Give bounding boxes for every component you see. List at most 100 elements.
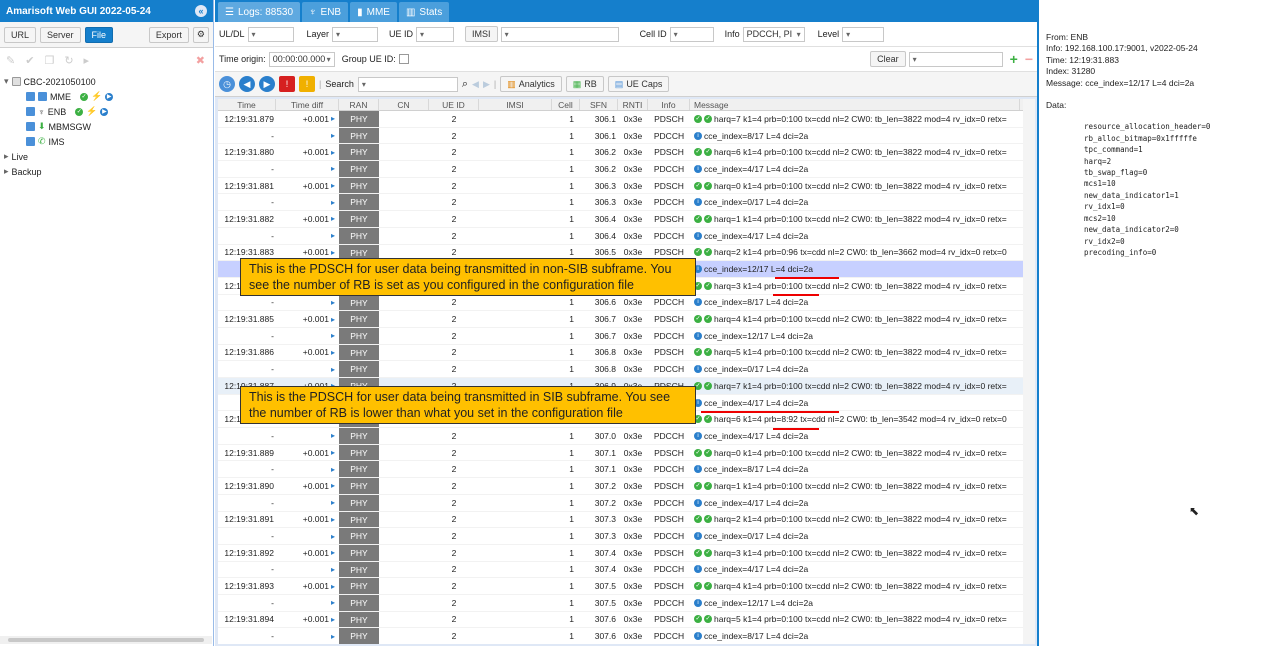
table-row[interactable]: 12:19:31.894 +0.001 ▸ PHY 2 1 307.6 0x3e PDSCH ✓ ✓… (218, 611, 1030, 629)
cell-time-diff: +0.001 (302, 480, 329, 491)
col-info[interactable]: Info (648, 99, 690, 110)
error-icon[interactable]: ! (279, 76, 295, 92)
imsi-select[interactable] (500, 26, 619, 42)
tab-enb[interactable]: ♆ ENB (302, 2, 349, 22)
table-row[interactable]: 12:19:31.880 +0.001 ▸ PHY 2 1 306.2 0x3e PDSCH ✓ ✓… (218, 144, 1030, 162)
time-origin-input[interactable]: 00:00:00.000 (268, 51, 335, 67)
ueid-select[interactable] (416, 26, 455, 42)
filter-select[interactable] (908, 51, 1003, 67)
search-input[interactable] (357, 76, 458, 92)
uldl-select[interactable] (247, 26, 294, 42)
tree-node-live[interactable]: ▸ Live (4, 149, 209, 164)
table-row[interactable]: 12:19:31.890 +0.001 ▸ PHY 2 1 307.2 0x3e PDSCH ✓ ✓… (218, 478, 1030, 495)
col-message[interactable]: Message (690, 99, 1020, 110)
tree-node-root[interactable]: ▾ CBC-2021050100 (4, 74, 209, 89)
info-select[interactable]: PDCCH, PI (742, 26, 805, 42)
table-row[interactable]: - ▸ PHY 2 1 306.7 0x3e PDCCH i cce_index=12/17 L=… (218, 327, 1030, 345)
delete-icon[interactable]: ✖ (196, 54, 205, 67)
table-row[interactable]: 12:19:31.893 +0.001 ▸ PHY 2 1 307.5 0x3e PDSCH ✓ ✓… (218, 578, 1030, 595)
table-row[interactable]: - ▸ PHY 2 1 307.5 0x3e PDCCH i cce_index=12/17 L=… (218, 594, 1030, 612)
col-sfn[interactable]: SFN (580, 99, 618, 110)
play-icon[interactable]: ▶ (100, 107, 109, 116)
table-row[interactable]: 12:19:31.892 +0.001 ▸ PHY 2 1 307.4 0x3e PDSCH ✓ ✓… (218, 544, 1030, 562)
cell-info: PDCCH (653, 564, 685, 575)
col-ran[interactable]: RAN (339, 99, 379, 110)
direction-arrow-icon: ▸ (331, 614, 336, 624)
table-row[interactable]: - ▸ PHY 2 1 307.0 0x3e PDCCH i cce_index=4/17 L=4… (218, 428, 1030, 445)
cell-info: PDSCH (654, 247, 684, 258)
expand-arrow-icon[interactable]: ▸ (4, 151, 9, 162)
rb-button[interactable]: ▦ RB (565, 76, 604, 92)
analytics-button[interactable]: ▥ Analytics (500, 76, 562, 92)
layer-select[interactable] (332, 26, 379, 42)
grid-vertical-scrollbar[interactable] (1023, 99, 1035, 644)
table-row[interactable]: 12:19:31.882 +0.001 ▸ PHY 2 1 306.4 0x3e PDSCH ✓ ✓… (218, 211, 1030, 228)
col-cell[interactable]: Cell (552, 99, 580, 110)
group-ue-checkbox[interactable] (398, 54, 409, 64)
refresh-icon[interactable]: ↻ (64, 54, 73, 67)
table-row[interactable]: - ▸ PHY 2 1 306.1 0x3e PDCCH i cce_index=8/17 L=4… (218, 127, 1030, 145)
play-icon[interactable]: ▸ (84, 54, 90, 67)
tab-mme[interactable]: ▮ MME (350, 2, 397, 22)
table-row[interactable]: 12:19:31.879 +0.001 ▸ PHY 2 1 306.1 0x3e PDSCH ✓ ✓… (218, 111, 1030, 128)
table-row[interactable]: - ▸ PHY 2 1 306.2 0x3e PDCCH i cce_index=4/17 L=4… (218, 161, 1030, 178)
table-row[interactable]: 12:19:31.881 +0.001 ▸ PHY 2 1 306.3 0x3e PDSCH ✓ ✓… (218, 177, 1030, 195)
table-row[interactable]: 12:19:31.891 +0.001 ▸ PHY 2 1 307.3 0x3e PDSCH ✓ ✓… (218, 511, 1030, 529)
ok-status-icon: ✓ (704, 415, 712, 424)
left-horizontal-scrollbar[interactable] (0, 636, 212, 644)
clock-icon[interactable]: ◷ (219, 76, 235, 92)
copy-icon[interactable]: ❐ (44, 54, 54, 67)
prev-icon[interactable]: ◀ (472, 79, 479, 90)
table-row[interactable]: - ▸ PHY 2 1 306.6 0x3e PDCCH i cce_index=8/17 L=4… (218, 294, 1030, 312)
next-icon[interactable]: ▶ (483, 79, 490, 90)
binoculars-icon[interactable]: ⌕ (462, 78, 468, 91)
level-select[interactable] (842, 26, 885, 42)
col-cn[interactable]: CN (379, 99, 429, 110)
col-time[interactable]: Time (218, 99, 276, 110)
clear-button[interactable]: Clear (870, 51, 906, 67)
tree-node-enb[interactable]: ♆ ENB ✓ ⚡ ▶ (4, 104, 209, 119)
table-row[interactable]: - ▸ PHY 2 1 307.3 0x3e PDCCH i cce_index=0/17 L=4… (218, 528, 1030, 545)
remove-icon[interactable]: − (1025, 51, 1033, 67)
edit-icon[interactable]: ✎ (6, 54, 15, 67)
col-time-diff[interactable]: Time diff (276, 99, 339, 110)
add-icon[interactable]: + (1010, 51, 1018, 67)
settings-icon[interactable]: ⚙ (192, 26, 209, 43)
forward-arrow-icon[interactable]: ▶ (259, 76, 275, 92)
tree-node-ims[interactable]: ✆ IMS (4, 134, 209, 149)
warning-icon[interactable]: ! (299, 76, 315, 92)
ue-caps-button[interactable]: ▤ UE Caps (607, 76, 670, 92)
cell-sfn: 306.8 (594, 347, 616, 358)
play-icon[interactable]: ▶ (105, 92, 114, 101)
imsi-button[interactable]: IMSI (465, 26, 498, 42)
tab-logs[interactable]: ☰ Logs: 88530 (218, 2, 301, 22)
table-row[interactable]: 12:19:31.889 +0.001 ▸ PHY 2 1 307.1 0x3e PDSCH ✓ ✓… (218, 444, 1030, 462)
table-row[interactable]: - ▸ PHY 2 1 307.6 0x3e PDCCH i cce_index=8/17 L=4… (218, 628, 1030, 644)
cellid-select[interactable] (669, 26, 714, 42)
table-row[interactable]: - ▸ PHY 2 1 307.2 0x3e PDCCH i cce_index=4/17 L=4… (218, 494, 1030, 512)
tree-node-mme[interactable]: MME ✓ ⚡ ▶ (4, 89, 209, 104)
collapse-arrow-icon[interactable]: ▾ (4, 76, 9, 87)
back-arrow-icon[interactable]: ◀ (239, 76, 255, 92)
ok-status-icon: ✓ (694, 214, 702, 223)
server-button[interactable]: Server (40, 26, 81, 43)
col-imsi[interactable]: IMSI (479, 99, 552, 110)
tab-stats[interactable]: ▥ Stats (398, 2, 450, 22)
table-row[interactable]: - ▸ PHY 2 1 306.3 0x3e PDCCH i cce_index=0/17 L=4… (218, 194, 1030, 212)
url-button[interactable]: URL (4, 26, 37, 43)
table-row[interactable]: 12:19:31.885 +0.001 ▸ PHY 2 1 306.7 0x3e PDSCH ✓ ✓… (218, 311, 1030, 328)
table-row[interactable]: - ▸ PHY 2 1 306.4 0x3e PDCCH i cce_index=4/17 L=4… (218, 227, 1030, 245)
col-rnti[interactable]: RNTI (618, 99, 648, 110)
table-row[interactable]: - ▸ PHY 2 1 307.1 0x3e PDCCH i cce_index=8/17 L=4… (218, 461, 1030, 479)
expand-arrow-icon[interactable]: ▸ (4, 166, 9, 177)
check-icon[interactable]: ✔ (25, 54, 34, 67)
table-row[interactable]: - ▸ PHY 2 1 307.4 0x3e PDCCH i cce_index=4/17 L=4… (218, 561, 1030, 579)
table-row[interactable]: - ▸ PHY 2 1 306.8 0x3e PDCCH i cce_index=0/17 L=4… (218, 361, 1030, 378)
collapse-icon[interactable]: « (195, 5, 207, 17)
col-ue-id[interactable]: UE ID (429, 99, 479, 110)
tree-node-mbmsgw[interactable]: ⬇ MBMSGW (4, 119, 209, 134)
tree-node-backup[interactable]: ▸ Backup (4, 164, 209, 179)
export-button[interactable]: Export (148, 26, 189, 43)
table-row[interactable]: 12:19:31.886 +0.001 ▸ PHY 2 1 306.8 0x3e PDSCH ✓ ✓… (218, 344, 1030, 362)
file-button[interactable]: File (84, 26, 114, 43)
